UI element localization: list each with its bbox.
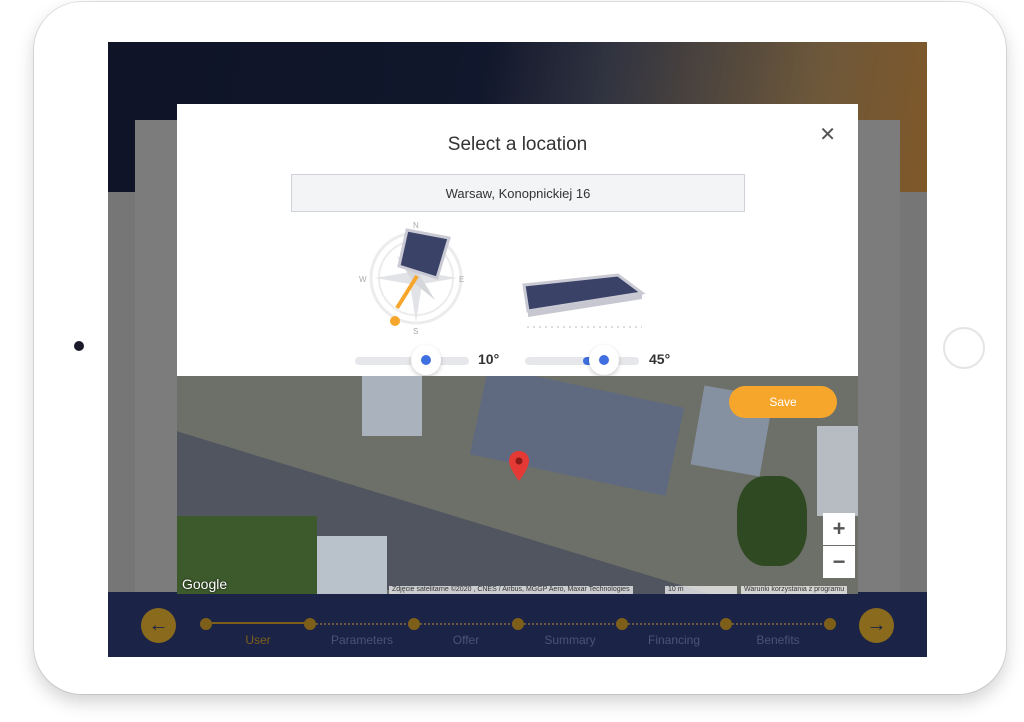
- home-button[interactable]: [943, 327, 985, 369]
- select-location-modal: Select a location ✕ Warsaw, Konopnickiej…: [177, 104, 858, 594]
- compass-w: W: [359, 275, 367, 284]
- map-building: [817, 426, 858, 516]
- modal-title: Select a location: [447, 134, 588, 155]
- step-navigation: ← → User Parameters Offer Summary Financ…: [108, 592, 927, 657]
- save-button[interactable]: Save: [729, 386, 837, 418]
- step-offer[interactable]: Offer: [416, 633, 516, 647]
- step-dot: [616, 618, 628, 630]
- solar-panel-tilt-icon: [522, 273, 646, 328]
- zoom-out-button[interactable]: −: [823, 546, 855, 578]
- map-terms-link[interactable]: Warunki korzystania z programu: [741, 586, 848, 594]
- arrow-right-icon[interactable]: →: [859, 608, 894, 643]
- arrow-left-icon[interactable]: ←: [141, 608, 176, 643]
- step-benefits[interactable]: Benefits: [728, 633, 828, 647]
- google-logo: Google: [182, 576, 228, 592]
- map-attribution: Zdjęcie satelitarne ©2020 , CNES / Airbu…: [389, 586, 633, 594]
- step-financing[interactable]: Financing: [624, 633, 724, 647]
- tilt-slider[interactable]: [525, 345, 639, 375]
- close-icon[interactable]: ✕: [819, 122, 836, 147]
- map-building: [362, 376, 422, 436]
- dotted-line: [316, 623, 830, 625]
- step-parameters[interactable]: Parameters: [312, 633, 412, 647]
- address-input[interactable]: Warsaw, Konopnickiej 16: [291, 174, 745, 212]
- compass-e: E: [459, 275, 464, 284]
- progress-line: [212, 622, 310, 624]
- camera: [74, 341, 84, 351]
- map-building: [317, 536, 387, 594]
- map-scale: 10 m: [665, 586, 737, 594]
- satellite-map[interactable]: Save + − Google Zdjęcie satelitarne ©202…: [177, 376, 858, 594]
- azimuth-value: 10°: [478, 351, 500, 367]
- step-dot: [512, 618, 524, 630]
- compass-n: N: [413, 221, 419, 230]
- tilt-slider-handle[interactable]: [589, 345, 619, 375]
- step-dot: [720, 618, 732, 630]
- map-tree: [737, 476, 807, 566]
- azimuth-slider[interactable]: [355, 345, 469, 375]
- step-dot: [824, 618, 836, 630]
- step-summary[interactable]: Summary: [520, 633, 620, 647]
- location-pin-icon[interactable]: [508, 450, 530, 482]
- compass-icon: N E S W: [359, 221, 464, 336]
- step-dot: [408, 618, 420, 630]
- step-user[interactable]: User: [208, 633, 308, 647]
- step-dot: [304, 618, 316, 630]
- map-building: [469, 376, 685, 496]
- compass-s: S: [413, 327, 418, 336]
- step-dot: [200, 618, 212, 630]
- azimuth-slider-handle[interactable]: [411, 345, 441, 375]
- tilt-value: 45°: [649, 351, 671, 367]
- zoom-in-button[interactable]: +: [823, 513, 855, 545]
